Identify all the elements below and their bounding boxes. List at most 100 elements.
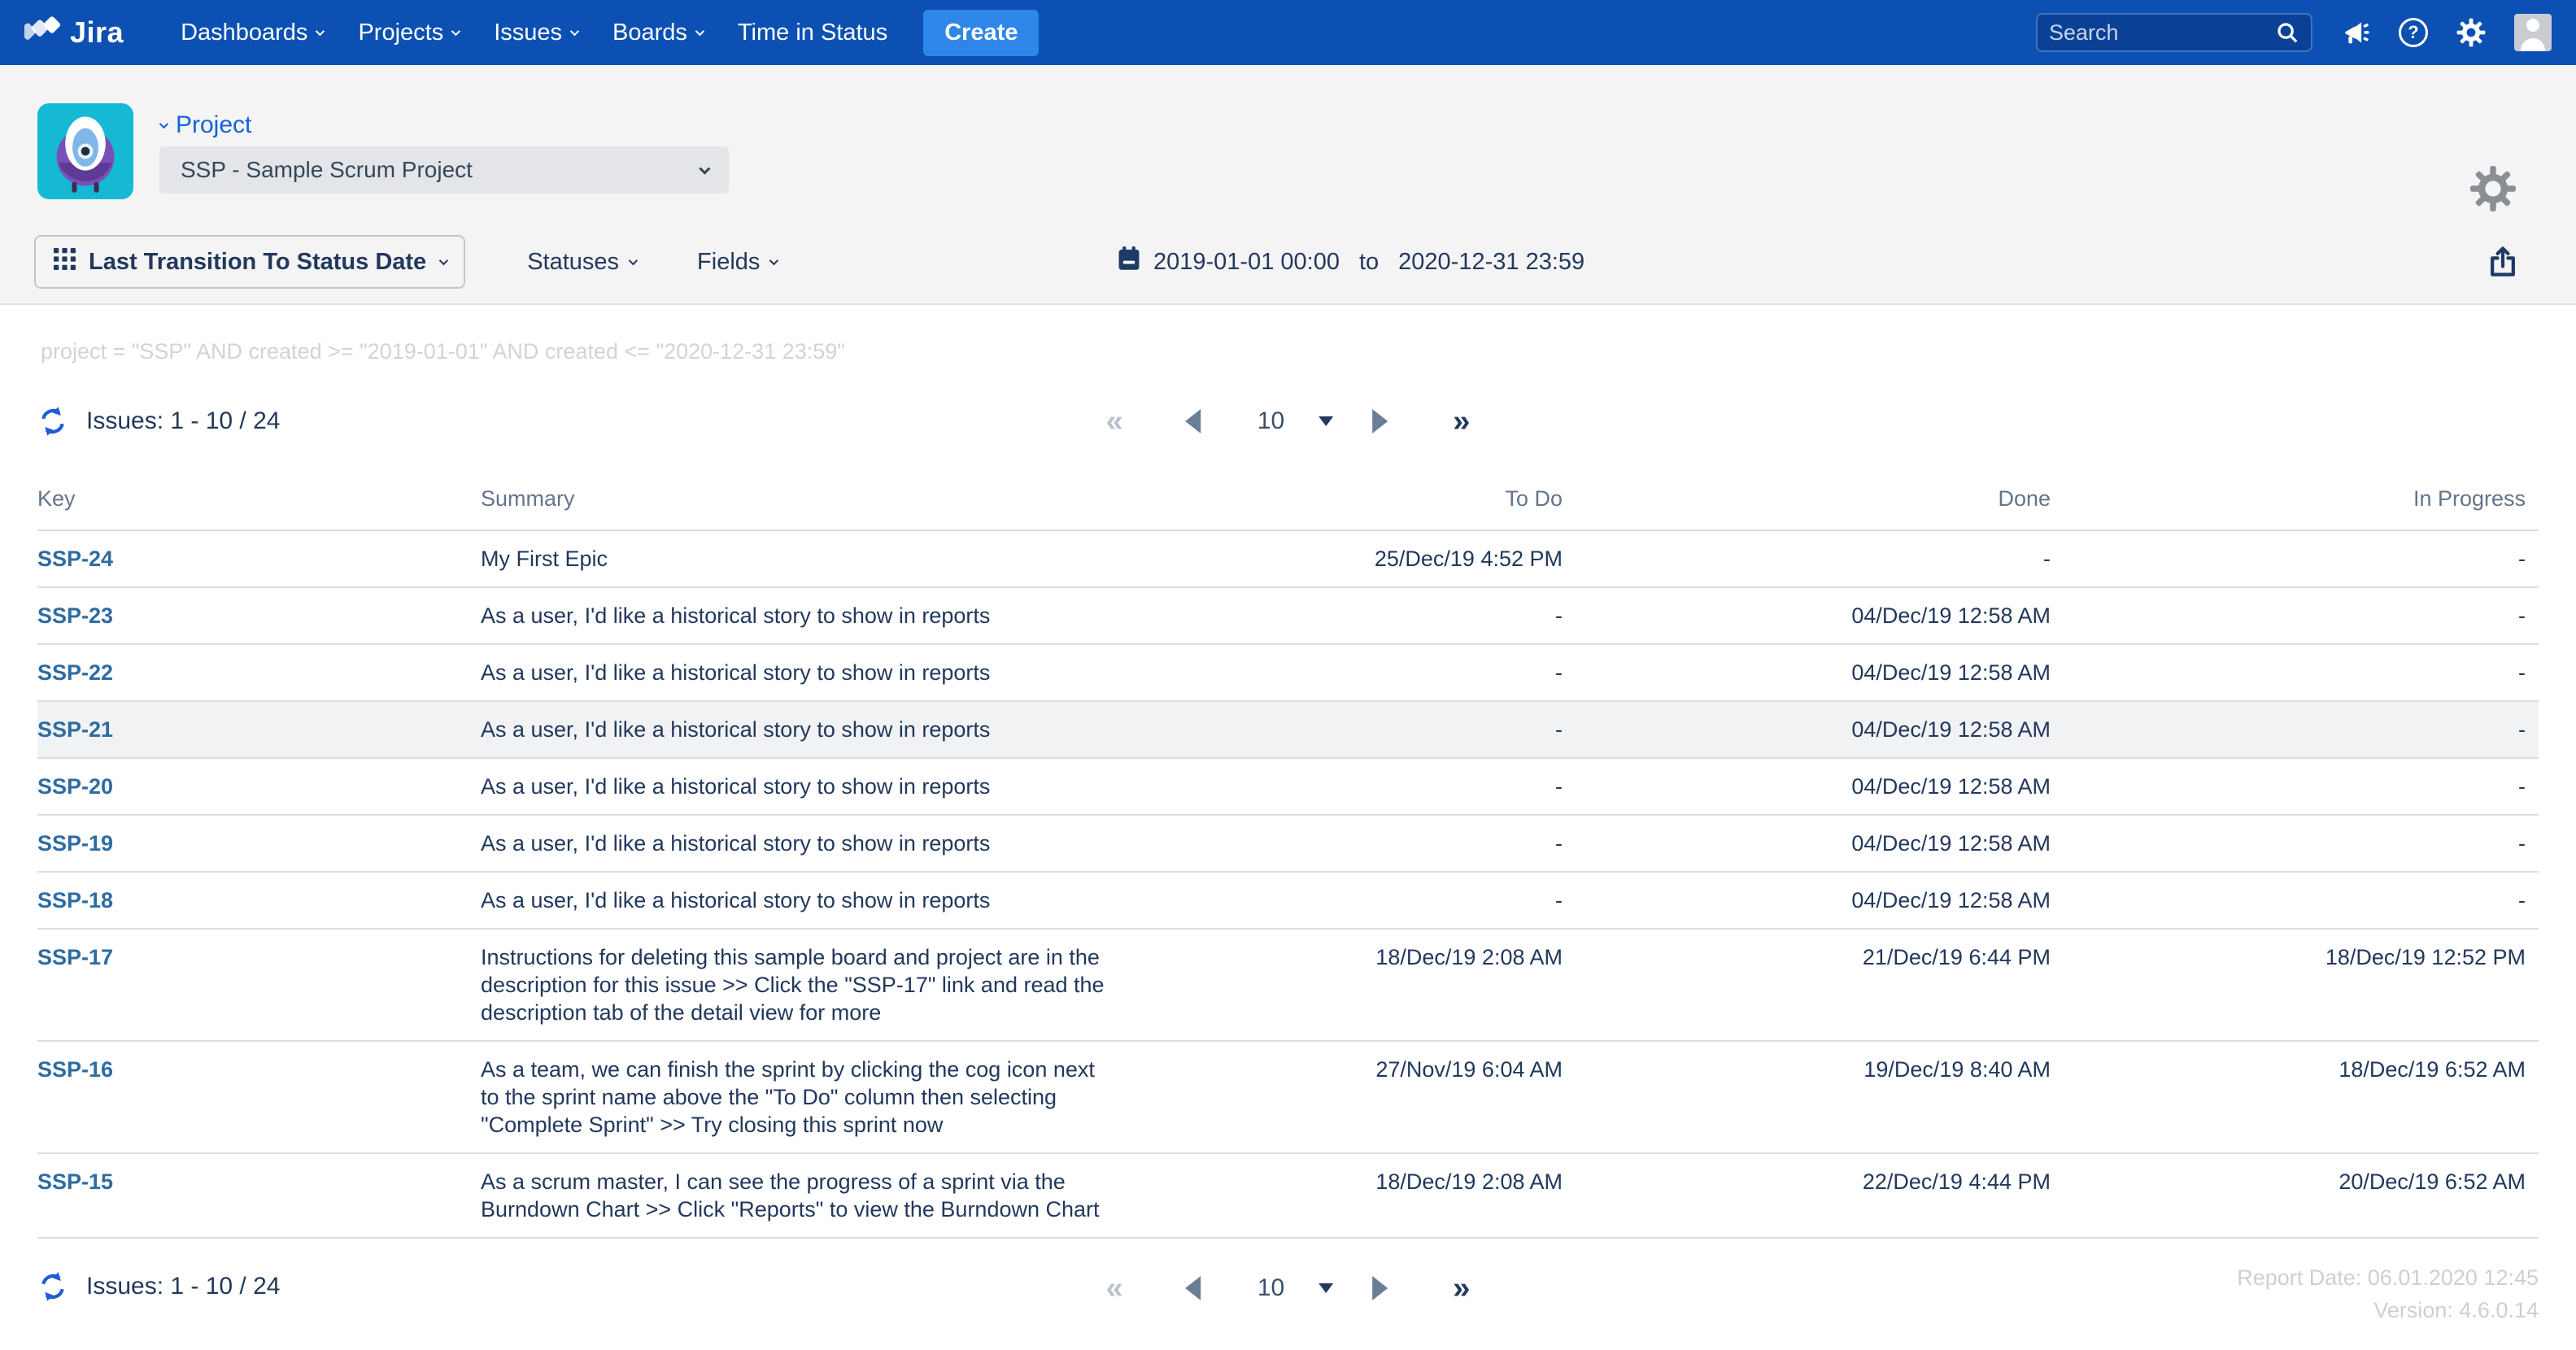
next-page-button[interactable] bbox=[1372, 1276, 1388, 1300]
cell-todo: 18/Dec/19 2:08 AM bbox=[1107, 943, 1563, 971]
cell-todo: 18/Dec/19 2:08 AM bbox=[1107, 1168, 1563, 1195]
first-page-button[interactable]: « bbox=[1106, 406, 1123, 437]
nav-item-projects[interactable]: Projects bbox=[358, 20, 458, 46]
column-header-todo: To Do bbox=[1107, 486, 1563, 512]
cell-done: 19/Dec/19 8:40 AM bbox=[1563, 1056, 2051, 1083]
refresh-icon[interactable] bbox=[37, 1271, 68, 1302]
cell-inprogress: 20/Dec/19 6:52 AM bbox=[2051, 1168, 2539, 1195]
grid-icon bbox=[54, 248, 76, 277]
cell-todo: - bbox=[1107, 886, 1563, 914]
table-row: SSP-18 As a user, I'd like a historical … bbox=[37, 871, 2539, 928]
cell-done: 04/Dec/19 12:58 AM bbox=[1563, 659, 2051, 686]
table-row: SSP-22 As a user, I'd like a historical … bbox=[37, 643, 2539, 700]
table-row: SSP-17 Instructions for deleting this sa… bbox=[37, 928, 2539, 1040]
issue-key-link[interactable]: SSP-18 bbox=[37, 888, 113, 912]
cell-inprogress: - bbox=[2051, 886, 2539, 914]
issue-key-link[interactable]: SSP-15 bbox=[37, 1169, 113, 1194]
cell-todo: 25/Dec/19 4:52 PM bbox=[1107, 545, 1563, 573]
issue-key-link[interactable]: SSP-24 bbox=[37, 547, 113, 571]
settings-gear-icon[interactable] bbox=[2456, 17, 2487, 48]
calendar-icon bbox=[1116, 245, 1142, 279]
page-size-dropdown-icon[interactable] bbox=[1319, 416, 1333, 426]
create-button[interactable]: Create bbox=[923, 10, 1039, 56]
search-input[interactable] bbox=[2049, 20, 2275, 46]
project-section-toggle[interactable]: Project bbox=[159, 111, 251, 139]
last-page-button[interactable]: » bbox=[1453, 406, 1470, 437]
issue-summary: As a user, I'd like a historical story t… bbox=[481, 602, 1107, 629]
cell-inprogress: - bbox=[2051, 716, 2539, 743]
jira-brand[interactable]: Jira bbox=[24, 12, 124, 54]
chevron-down-icon bbox=[695, 27, 704, 36]
refresh-icon[interactable] bbox=[37, 406, 68, 437]
nav-item-time-in-status[interactable]: Time in Status bbox=[738, 20, 887, 46]
issue-key-link[interactable]: SSP-22 bbox=[37, 660, 113, 685]
last-page-button[interactable]: » bbox=[1453, 1273, 1470, 1304]
help-icon[interactable]: ? bbox=[2399, 18, 2428, 47]
date-to: 2020-12-31 23:59 bbox=[1398, 249, 1584, 276]
project-avatar[interactable] bbox=[37, 103, 133, 199]
user-avatar[interactable] bbox=[2514, 14, 2552, 51]
statuses-label: Statuses bbox=[527, 249, 619, 276]
issues-toolbar-top: Issues: 1 - 10 / 24 « 10 » bbox=[37, 398, 2539, 444]
issue-summary: As a user, I'd like a historical story t… bbox=[481, 773, 1107, 800]
page-size-value[interactable]: 10 bbox=[1257, 407, 1284, 435]
issue-key-link[interactable]: SSP-17 bbox=[37, 945, 113, 969]
megaphone-icon[interactable] bbox=[2340, 17, 2371, 48]
cell-todo: - bbox=[1107, 830, 1563, 857]
cell-inprogress: - bbox=[2051, 830, 2539, 857]
report-date: Report Date: 06.01.2020 12:45 bbox=[2237, 1261, 2539, 1294]
issue-key-link[interactable]: SSP-16 bbox=[37, 1057, 113, 1082]
brand-name: Jira bbox=[70, 15, 124, 50]
table-row: SSP-24 My First Epic 25/Dec/19 4:52 PM -… bbox=[37, 529, 2539, 586]
jql-query-text: project = "SSP" AND created >= "2019-01-… bbox=[41, 339, 2576, 364]
cell-inprogress: 18/Dec/19 12:52 PM bbox=[2051, 943, 2539, 971]
previous-page-button[interactable] bbox=[1185, 409, 1201, 433]
issue-summary: As a scrum master, I can see the progres… bbox=[481, 1168, 1107, 1223]
nav-item-label: Dashboards bbox=[181, 20, 307, 46]
cell-done: 21/Dec/19 6:44 PM bbox=[1563, 943, 2051, 971]
cell-inprogress: - bbox=[2051, 602, 2539, 629]
cell-inprogress: 18/Dec/19 6:52 AM bbox=[2051, 1056, 2539, 1083]
project-section-label: Project bbox=[176, 111, 251, 139]
issues-counter: Issues: 1 - 10 / 24 bbox=[86, 407, 280, 435]
search-icon[interactable] bbox=[2275, 20, 2299, 45]
export-icon[interactable] bbox=[2485, 243, 2521, 281]
issues-toolbar-bottom: Issues: 1 - 10 / 24 « 10 » Report Date: … bbox=[37, 1261, 2539, 1350]
column-header-key: Key bbox=[37, 486, 481, 512]
issue-key-link[interactable]: SSP-21 bbox=[37, 717, 113, 742]
next-page-button[interactable] bbox=[1372, 409, 1388, 433]
jira-logo-icon bbox=[24, 12, 62, 54]
date-separator: to bbox=[1359, 249, 1379, 276]
issue-summary: My First Epic bbox=[481, 545, 1107, 573]
report-type-button[interactable]: Last Transition To Status Date bbox=[34, 235, 465, 289]
chevron-down-icon bbox=[316, 27, 325, 36]
fields-label: Fields bbox=[697, 249, 760, 276]
date-range-picker[interactable]: 2019-01-01 00:00 to 2020-12-31 23:59 bbox=[1116, 245, 1584, 279]
project-select[interactable]: SSP - Sample Scrum Project bbox=[159, 146, 729, 194]
cell-todo: - bbox=[1107, 716, 1563, 743]
nav-item-boards[interactable]: Boards bbox=[612, 20, 702, 46]
filter-bar: Last Transition To Status Date Statuses … bbox=[34, 235, 2539, 289]
table-row: SSP-19 As a user, I'd like a historical … bbox=[37, 814, 2539, 871]
previous-page-button[interactable] bbox=[1185, 1276, 1201, 1300]
page-size-dropdown-icon[interactable] bbox=[1319, 1283, 1333, 1293]
first-page-button[interactable]: « bbox=[1106, 1273, 1123, 1304]
cell-done: 04/Dec/19 12:58 AM bbox=[1563, 716, 2051, 743]
table-row: SSP-15 As a scrum master, I can see the … bbox=[37, 1152, 2539, 1239]
nav-item-issues[interactable]: Issues bbox=[494, 20, 577, 46]
issue-key-link[interactable]: SSP-19 bbox=[37, 831, 113, 856]
cell-todo: - bbox=[1107, 659, 1563, 686]
column-header-done: Done bbox=[1563, 486, 2051, 512]
nav-item-label: Projects bbox=[358, 20, 443, 46]
issue-summary: As a user, I'd like a historical story t… bbox=[481, 716, 1107, 743]
issue-key-link[interactable]: SSP-23 bbox=[37, 603, 113, 628]
statuses-dropdown[interactable]: Statuses bbox=[527, 249, 635, 276]
cell-todo: - bbox=[1107, 602, 1563, 629]
chevron-down-icon bbox=[451, 27, 460, 36]
issue-key-link[interactable]: SSP-20 bbox=[37, 774, 113, 799]
page-size-value[interactable]: 10 bbox=[1257, 1274, 1284, 1302]
report-settings-gear-icon[interactable] bbox=[2467, 163, 2519, 219]
fields-dropdown[interactable]: Fields bbox=[697, 249, 776, 276]
nav-item-dashboards[interactable]: Dashboards bbox=[181, 20, 322, 46]
issues-counter: Issues: 1 - 10 / 24 bbox=[86, 1273, 280, 1300]
